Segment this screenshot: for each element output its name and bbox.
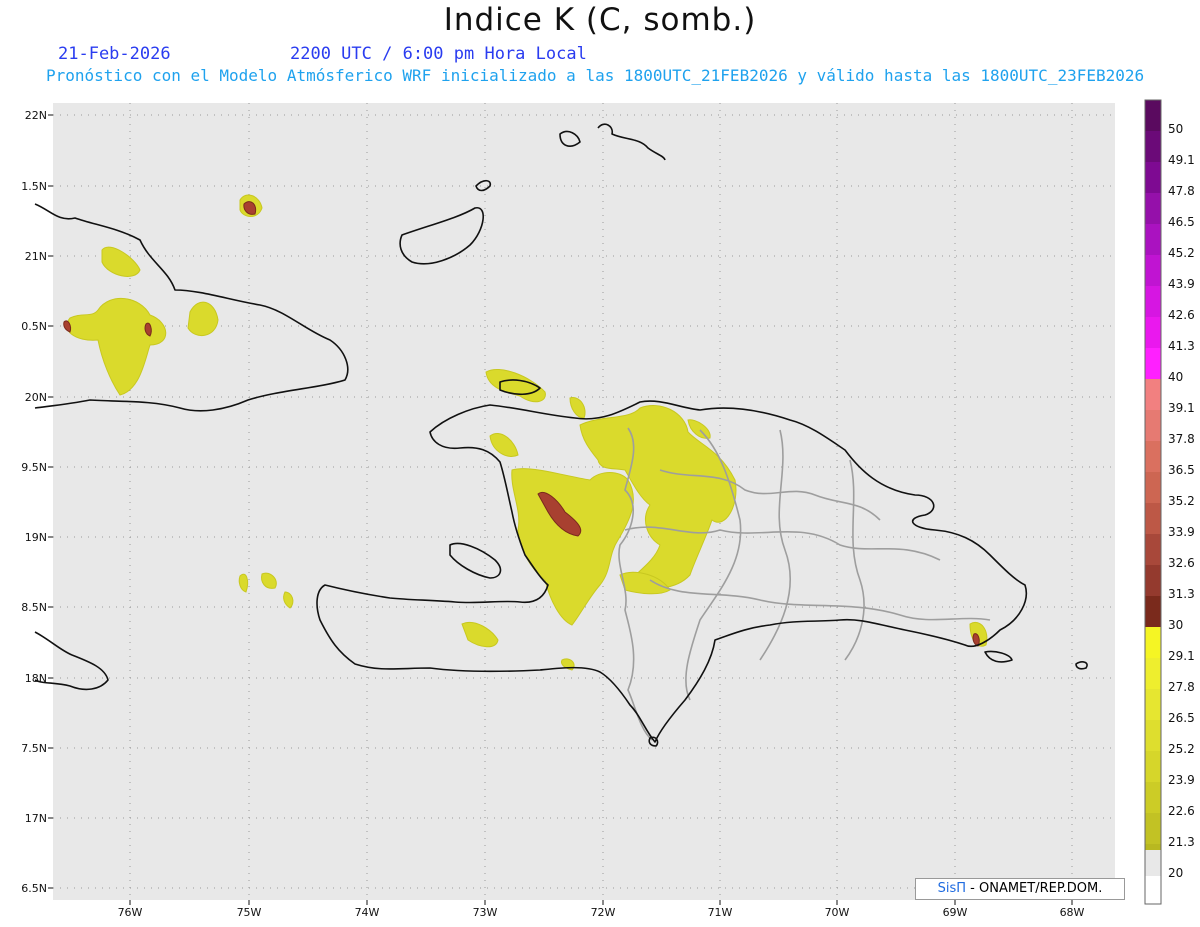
longitude-label: 75W xyxy=(237,906,262,919)
colorbar-swatch xyxy=(1145,689,1161,720)
colorbar-label: 41.3 xyxy=(1168,339,1195,353)
latitude-label: 17N xyxy=(25,812,47,825)
colorbar-swatch xyxy=(1145,379,1161,410)
latitude-label: 21N xyxy=(25,250,47,263)
credit-box: SisΠ - ONAMET/REP.DOM. xyxy=(915,878,1125,900)
colorbar-swatch xyxy=(1145,534,1161,565)
latitude-label: 7.5N xyxy=(21,742,47,755)
latitude-label: 1.5N xyxy=(21,180,47,193)
colorbar-label: 33.9 xyxy=(1168,525,1195,539)
colorbar-label: 32.6 xyxy=(1168,556,1195,570)
longitude-label: 76W xyxy=(118,906,143,919)
colorbar-label: 39.1 xyxy=(1168,401,1195,415)
colorbar-swatch xyxy=(1145,286,1161,317)
longitude-label: 74W xyxy=(355,906,380,919)
longitude-label: 68W xyxy=(1060,906,1085,919)
latitude-label: 8.5N xyxy=(21,601,47,614)
colorbar xyxy=(1144,99,1162,905)
longitude-label: 70W xyxy=(825,906,850,919)
colorbar-label: 40 xyxy=(1168,370,1184,384)
colorbar-swatch xyxy=(1145,503,1161,534)
colorbar-swatch xyxy=(1145,131,1161,162)
colorbar-swatch xyxy=(1145,565,1161,596)
colorbar-label: 23.9 xyxy=(1168,773,1195,787)
colorbar-label: 42.6 xyxy=(1168,308,1195,322)
colorbar-label: 22.6 xyxy=(1168,804,1195,818)
latitude-label: 19N xyxy=(25,531,47,544)
colorbar-swatch xyxy=(1145,348,1161,379)
colorbar-label: 35.2 xyxy=(1168,494,1195,508)
credit-brand: SisΠ xyxy=(937,881,967,896)
colorbar-swatch xyxy=(1145,100,1161,131)
colorbar-label: 26.5 xyxy=(1168,711,1195,725)
colorbar-label: 47.8 xyxy=(1168,184,1195,198)
colorbar-swatch xyxy=(1145,255,1161,286)
colorbar-swatch xyxy=(1145,317,1161,348)
colorbar-label: 36.5 xyxy=(1168,463,1195,477)
longitude-label: 73W xyxy=(473,906,498,919)
colorbar-label: 29.1 xyxy=(1168,649,1195,663)
colorbar-swatch xyxy=(1145,751,1161,782)
colorbar-label: 46.5 xyxy=(1168,215,1195,229)
latitude-label: 6.5N xyxy=(21,882,47,895)
longitude-label: 69W xyxy=(943,906,968,919)
colorbar-label: 31.3 xyxy=(1168,587,1195,601)
map-canvas: 22N 1.5N 21N 0.5N 20N 9.5N 19N 8.5N 18N 7.5N 17N 6.… xyxy=(21,99,1162,919)
colorbar-swatch xyxy=(1145,162,1161,193)
latitude-label: 0.5N xyxy=(21,320,47,333)
colorbar-swatch xyxy=(1145,596,1161,627)
latitude-label: 9.5N xyxy=(21,461,47,474)
colorbar-label: 21.3 xyxy=(1168,835,1195,849)
colorbar-swatch xyxy=(1145,627,1161,658)
latitude-label: 18N xyxy=(25,672,47,685)
colorbar-label: 49.1 xyxy=(1168,153,1195,167)
colorbar-swatch xyxy=(1145,720,1161,751)
colorbar-swatch xyxy=(1145,472,1161,503)
colorbar-label: 27.8 xyxy=(1168,680,1195,694)
colorbar-swatch xyxy=(1145,658,1161,689)
latitude-label: 20N xyxy=(25,391,47,404)
colorbar-swatch xyxy=(1145,813,1161,844)
longitude-label: 72W xyxy=(591,906,616,919)
credit-text: - ONAMET/REP.DOM. xyxy=(970,881,1103,896)
colorbar-swatch xyxy=(1145,224,1161,255)
colorbar-label: 50 xyxy=(1168,122,1184,136)
colorbar-label: 43.9 xyxy=(1168,277,1195,291)
colorbar-swatch xyxy=(1145,850,1161,876)
colorbar-label: 25.2 xyxy=(1168,742,1195,756)
longitude-label: 71W xyxy=(708,906,733,919)
colorbar-swatch xyxy=(1145,193,1161,224)
colorbar-label: 37.8 xyxy=(1168,432,1195,446)
colorbar-label: 45.2 xyxy=(1168,246,1195,260)
colorbar-swatch xyxy=(1145,782,1161,813)
colorbar-label: 30 xyxy=(1168,618,1184,632)
latitude-label: 22N xyxy=(25,109,47,122)
colorbar-swatch xyxy=(1145,441,1161,472)
colorbar-swatch xyxy=(1145,410,1161,441)
colorbar-label: 20 xyxy=(1168,866,1184,880)
